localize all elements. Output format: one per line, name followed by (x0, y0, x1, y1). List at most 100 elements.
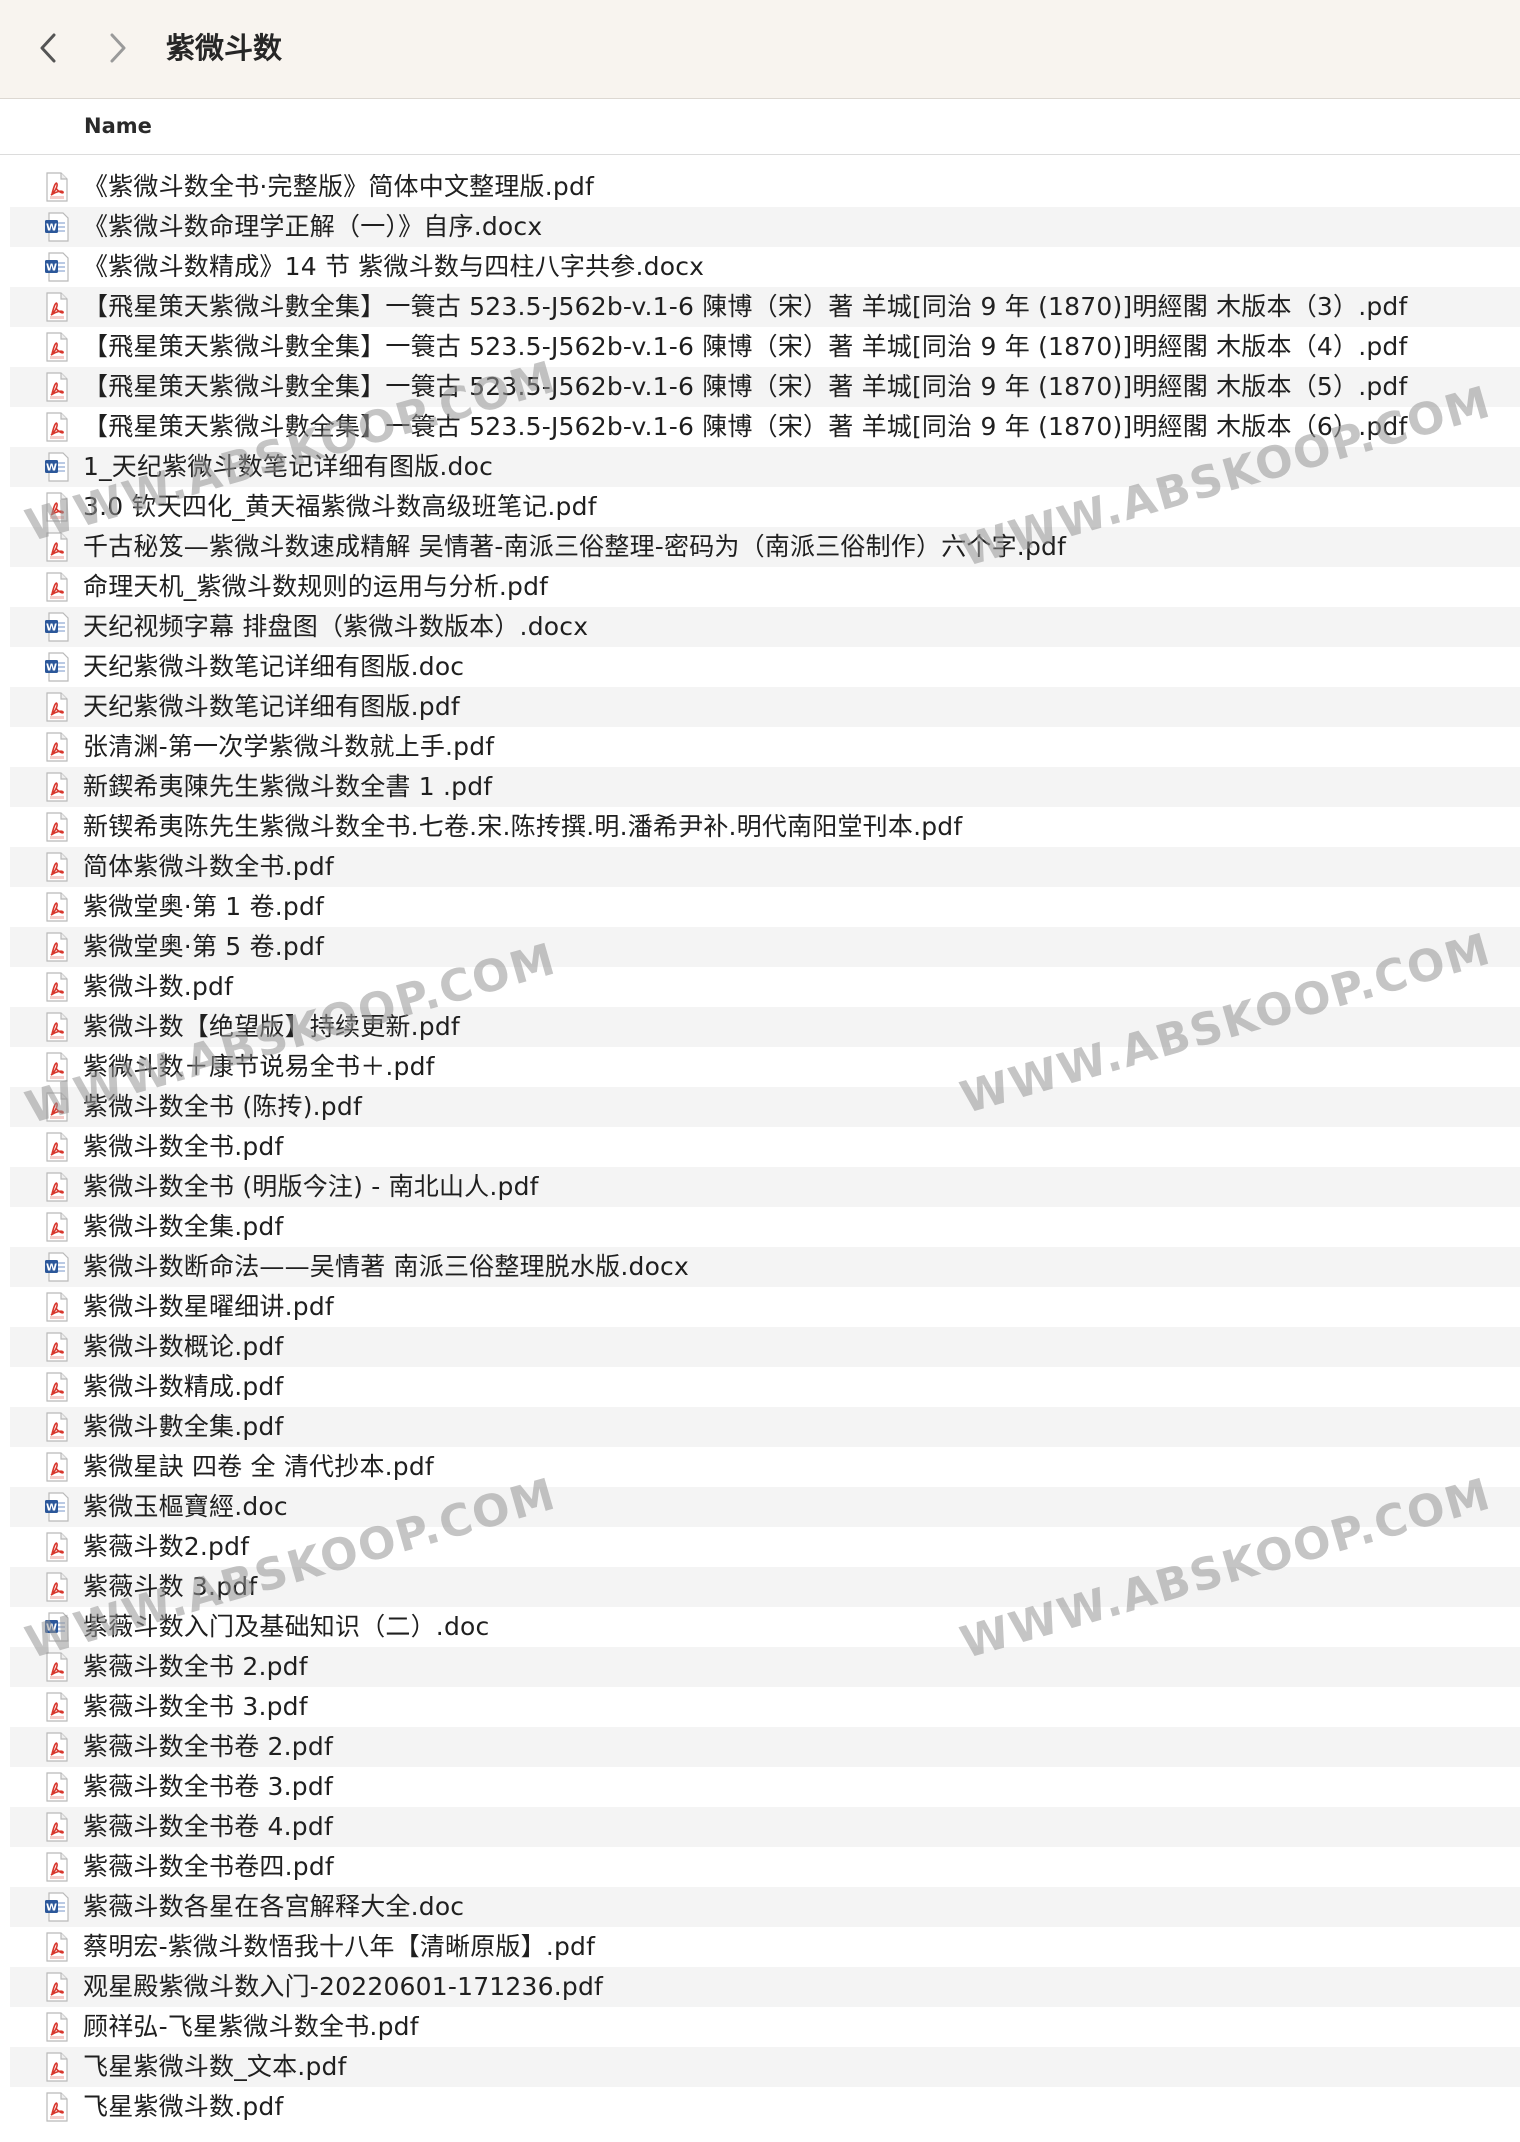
pdf-icon (44, 1572, 70, 1602)
file-name: 紫微斗数.pdf (83, 972, 234, 1001)
list-item[interactable]: 《紫微斗数全书·完整版》简体中文整理版.pdf (10, 167, 1520, 207)
file-name: 《紫微斗数命理学正解（一）》自序.docx (83, 212, 543, 241)
svg-text:W: W (46, 263, 57, 274)
list-item[interactable]: 紫微堂奥·第 1 卷.pdf (10, 887, 1520, 927)
list-item[interactable]: 紫薇斗数全书卷四.pdf (10, 1847, 1520, 1887)
list-item[interactable]: 紫微斗数概论.pdf (10, 1327, 1520, 1367)
pdf-icon (44, 292, 70, 322)
forward-button[interactable] (96, 24, 140, 72)
list-header: Name (0, 100, 1520, 155)
pdf-icon (44, 492, 70, 522)
list-item[interactable]: 【飛星策天紫微斗數全集】一簑古 523.5-J562b-v.1-6 陳博（宋）著… (10, 287, 1520, 327)
file-name: 紫薇斗数入门及基础知识（二）.doc (83, 1612, 490, 1641)
window-toolbar: 紫微斗数 (0, 0, 1520, 99)
pdf-icon (44, 1052, 70, 1082)
file-name: 紫微斗数断命法——吴情著 南派三俗整理脱水版.docx (83, 1252, 689, 1281)
list-item[interactable]: 新鍥希夷陳先生紫微斗数全書 1 .pdf (10, 767, 1520, 807)
list-item[interactable]: 紫薇斗数 3.pdf (10, 1567, 1520, 1607)
word-icon: W (44, 612, 70, 642)
list-item[interactable]: 紫薇斗数全书卷 2.pdf (10, 1727, 1520, 1767)
list-item[interactable]: 【飛星策天紫微斗數全集】一簑古 523.5-J562b-v.1-6 陳博（宋）著… (10, 327, 1520, 367)
list-item[interactable]: 观星殿紫微斗数入门-20220601-171236.pdf (10, 1967, 1520, 2007)
pdf-icon (44, 2052, 70, 2082)
list-item[interactable]: 紫微斗数全书.pdf (10, 1127, 1520, 1167)
file-name: 3.0 钦天四化_黄天福紫微斗数高级班笔记.pdf (83, 492, 597, 521)
back-button[interactable] (26, 24, 70, 72)
file-name: 紫微斗数全书.pdf (83, 1132, 284, 1161)
pdf-icon (44, 412, 70, 442)
list-item[interactable]: 天纪紫微斗数笔记详细有图版.pdf (10, 687, 1520, 727)
pdf-icon (44, 372, 70, 402)
list-item[interactable]: 紫微斗数精成.pdf (10, 1367, 1520, 1407)
list-item[interactable]: 紫微斗数全集.pdf (10, 1207, 1520, 1247)
list-item[interactable]: 紫微星訣 四卷 全 清代抄本.pdf (10, 1447, 1520, 1487)
file-name: 飞星紫微斗数_文本.pdf (83, 2052, 347, 2081)
list-item[interactable]: 紫微斗数＋康节说易全书＋.pdf (10, 1047, 1520, 1087)
list-item[interactable]: W 1_天纪紫微斗数笔记详细有图版.doc (10, 447, 1520, 487)
chevron-right-icon (110, 33, 126, 63)
list-item[interactable]: W 天纪视频字幕 排盘图（紫微斗数版本）.docx (10, 607, 1520, 647)
list-item[interactable]: 【飛星策天紫微斗數全集】一簑古 523.5-J562b-v.1-6 陳博（宋）著… (10, 367, 1520, 407)
list-item[interactable]: W 紫微斗数断命法——吴情著 南派三俗整理脱水版.docx (10, 1247, 1520, 1287)
svg-text:W: W (46, 463, 57, 474)
pdf-icon (44, 1772, 70, 1802)
list-item[interactable]: W 紫微玉樞寶經.doc (10, 1487, 1520, 1527)
file-name: 天纪紫微斗数笔记详细有图版.pdf (83, 692, 460, 721)
list-item[interactable]: 【飛星策天紫微斗數全集】一簑古 523.5-J562b-v.1-6 陳博（宋）著… (10, 407, 1520, 447)
pdf-icon (44, 852, 70, 882)
pdf-icon (44, 2092, 70, 2122)
list-item[interactable]: W 紫薇斗数入门及基础知识（二）.doc (10, 1607, 1520, 1647)
list-item[interactable]: W 《紫微斗数命理学正解（一）》自序.docx (10, 207, 1520, 247)
name-column-header[interactable]: Name (84, 112, 152, 140)
pdf-icon (44, 1132, 70, 1162)
file-name: 【飛星策天紫微斗數全集】一簑古 523.5-J562b-v.1-6 陳博（宋）著… (83, 412, 1408, 441)
list-item[interactable]: 紫微斗数【绝望版】持续更新.pdf (10, 1007, 1520, 1047)
list-item[interactable]: 紫微斗数星曜细讲.pdf (10, 1287, 1520, 1327)
file-name: 紫薇斗数2.pdf (83, 1532, 250, 1561)
pdf-icon (44, 332, 70, 362)
list-item[interactable]: 蔡明宏-紫微斗数悟我十八年【清晰原版】.pdf (10, 1927, 1520, 1967)
list-item[interactable]: 紫薇斗数全书卷 3.pdf (10, 1767, 1520, 1807)
pdf-icon (44, 1172, 70, 1202)
pdf-icon (44, 1532, 70, 1562)
list-item[interactable]: 紫薇斗数全书 3.pdf (10, 1687, 1520, 1727)
list-item[interactable]: 千古秘笈—紫微斗数速成精解 吴情著-南派三俗整理-密码为（南派三俗制作）六个字.… (10, 527, 1520, 567)
file-name: 天纪视频字幕 排盘图（紫微斗数版本）.docx (83, 612, 589, 641)
pdf-icon (44, 1092, 70, 1122)
pdf-icon (44, 932, 70, 962)
pdf-icon (44, 532, 70, 562)
list-item[interactable]: 3.0 钦天四化_黄天福紫微斗数高级班笔记.pdf (10, 487, 1520, 527)
list-item[interactable]: 紫薇斗数2.pdf (10, 1527, 1520, 1567)
pdf-icon (44, 692, 70, 722)
list-item[interactable]: 顾祥弘-飞星紫微斗数全书.pdf (10, 2007, 1520, 2047)
file-name: 紫薇斗数全书卷 3.pdf (83, 1772, 333, 1801)
pdf-icon (44, 1972, 70, 2002)
list-item[interactable]: 紫微斗数全书 (陈抟).pdf (10, 1087, 1520, 1127)
list-item[interactable]: W 《紫微斗数精成》14 节 紫微斗数与四柱八字共参.docx (10, 247, 1520, 287)
file-name: 【飛星策天紫微斗數全集】一簑古 523.5-J562b-v.1-6 陳博（宋）著… (83, 292, 1408, 321)
list-item[interactable]: 新锲希夷陈先生紫微斗数全书.七卷.宋.陈抟撰.明.潘希尹补.明代南阳堂刊本.pd… (10, 807, 1520, 847)
list-item[interactable]: 飞星紫微斗数.pdf (10, 2087, 1520, 2127)
list-item[interactable]: 命理天机_紫微斗数规则的运用与分析.pdf (10, 567, 1520, 607)
list-item[interactable]: 张清渊-第一次学紫微斗数就上手.pdf (10, 727, 1520, 767)
chevron-left-icon (40, 33, 56, 63)
file-name: 紫微斗數全集.pdf (83, 1412, 284, 1441)
list-item[interactable]: 紫薇斗数全书 2.pdf (10, 1647, 1520, 1687)
word-icon: W (44, 1252, 70, 1282)
list-item[interactable]: 飞星紫微斗数_文本.pdf (10, 2047, 1520, 2087)
pdf-icon (44, 732, 70, 762)
list-item[interactable]: W 紫薇斗数各星在各宫解释大全.doc (10, 1887, 1520, 1927)
list-item[interactable]: 紫微斗數全集.pdf (10, 1407, 1520, 1447)
file-name: 紫薇斗数各星在各宫解释大全.doc (83, 1892, 465, 1921)
list-item[interactable]: 紫微斗数.pdf (10, 967, 1520, 1007)
list-item[interactable]: 紫微堂奥·第 5 卷.pdf (10, 927, 1520, 967)
file-name: 千古秘笈—紫微斗数速成精解 吴情著-南派三俗整理-密码为（南派三俗制作）六个字.… (83, 532, 1067, 561)
pdf-icon (44, 1452, 70, 1482)
list-item[interactable]: 紫薇斗数全书卷 4.pdf (10, 1807, 1520, 1847)
list-item[interactable]: W 天纪紫微斗数笔记详细有图版.doc (10, 647, 1520, 687)
list-item[interactable]: 简体紫微斗数全书.pdf (10, 847, 1520, 887)
file-name: 【飛星策天紫微斗數全集】一簑古 523.5-J562b-v.1-6 陳博（宋）著… (83, 372, 1408, 401)
list-item[interactable]: 紫微斗数全书 (明版今注) - 南北山人.pdf (10, 1167, 1520, 1207)
svg-text:W: W (46, 1623, 57, 1634)
file-name: 紫微玉樞寶經.doc (83, 1492, 288, 1521)
